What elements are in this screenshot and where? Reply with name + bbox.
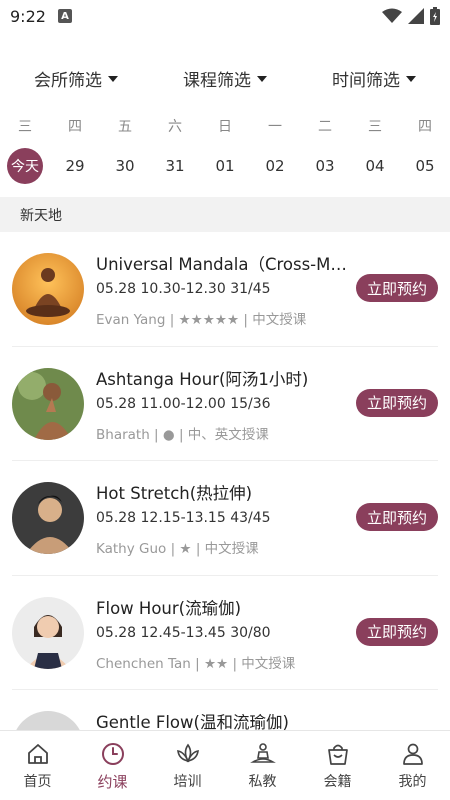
weekday-row: 三 四 五 六 日 一 二 三 四 bbox=[0, 116, 450, 138]
club-filter-dropdown[interactable]: 会所筛选 bbox=[34, 66, 118, 91]
wifi-icon bbox=[382, 8, 402, 23]
meditation-icon bbox=[249, 741, 276, 767]
class-list-item[interactable]: Ashtanga Hour(阿汤1小时) 05.28 11.00-12.00 1… bbox=[12, 347, 438, 461]
date-item[interactable]: 29 bbox=[50, 157, 100, 175]
instructor-avatar bbox=[12, 253, 84, 325]
weekday-label: 四 bbox=[418, 119, 432, 135]
date-item[interactable]: 30 bbox=[100, 157, 150, 175]
class-list-item[interactable]: Flow Hour(流瑜伽) 05.28 12.45-13.45 30/80 C… bbox=[12, 576, 438, 690]
nav-profile-label: 我的 bbox=[398, 774, 427, 790]
class-time-capacity: 05.28 12.45-13.45 30/80 bbox=[96, 624, 271, 641]
location-section-header: 新天地 bbox=[0, 197, 450, 232]
date-selector: 今天 29 30 31 01 02 03 04 05 bbox=[0, 148, 450, 184]
weekday-label: 二 bbox=[318, 119, 332, 135]
class-time-capacity: 05.28 11.00-12.00 15/36 bbox=[96, 395, 271, 412]
home-icon bbox=[25, 741, 51, 767]
class-list-item[interactable]: Gentle Flow(温和流瑜伽) bbox=[12, 690, 438, 730]
instructor-avatar bbox=[12, 482, 84, 554]
bag-icon bbox=[325, 741, 351, 767]
instructor-avatar bbox=[12, 367, 84, 440]
weekday-label: 五 bbox=[118, 119, 132, 135]
book-now-button[interactable]: 立即预约 bbox=[356, 503, 438, 531]
date-item[interactable]: 31 bbox=[150, 157, 200, 175]
class-title: Gentle Flow(温和流瑜伽) bbox=[96, 713, 289, 730]
filter-bar: 会所筛选 课程筛选 时间筛选 bbox=[0, 60, 450, 96]
nav-private-label: 私教 bbox=[248, 774, 277, 790]
time-filter-label: 时间筛选 bbox=[332, 70, 400, 91]
nav-membership-label: 会籍 bbox=[323, 774, 352, 790]
class-title: Flow Hour(流瑜伽) bbox=[96, 598, 242, 618]
caret-down-icon bbox=[108, 76, 118, 82]
today-badge: 今天 bbox=[7, 148, 43, 184]
caret-down-icon bbox=[406, 76, 416, 82]
book-now-button[interactable]: 立即预约 bbox=[356, 388, 438, 417]
caret-down-icon bbox=[257, 76, 267, 82]
date-today[interactable]: 今天 bbox=[0, 148, 50, 184]
book-now-button[interactable]: 立即预约 bbox=[356, 617, 438, 646]
date-item[interactable]: 01 bbox=[200, 157, 250, 175]
nav-membership[interactable]: 会籍 bbox=[300, 731, 375, 800]
club-filter-label: 会所筛选 bbox=[34, 70, 102, 91]
class-list: Universal Mandala（Cross-Mat ... 05.28 10… bbox=[0, 232, 450, 730]
class-title: Hot Stretch(热拉伸) bbox=[96, 484, 253, 503]
course-filter-dropdown[interactable]: 课程筛选 bbox=[183, 66, 267, 91]
class-instructor-info: Evan Yang | ★★★★★ | 中文授课 bbox=[96, 312, 307, 328]
date-item[interactable]: 04 bbox=[350, 157, 400, 175]
battery-icon bbox=[430, 7, 440, 25]
nav-home-label: 首页 bbox=[23, 774, 52, 790]
user-icon bbox=[400, 741, 426, 767]
class-instructor-info: Bharath | ● | 中、英文授课 bbox=[96, 426, 269, 443]
class-instructor-info: Kathy Guo | ★ | 中文授课 bbox=[96, 541, 259, 557]
nav-booking[interactable]: 约课 bbox=[75, 731, 150, 800]
weekday-label: 六 bbox=[168, 119, 182, 135]
date-item[interactable]: 03 bbox=[300, 157, 350, 175]
date-item[interactable]: 02 bbox=[250, 157, 300, 175]
weekday-label: 三 bbox=[368, 119, 382, 135]
course-filter-label: 课程筛选 bbox=[183, 70, 251, 91]
status-bar: 9:22 A bbox=[0, 0, 450, 32]
class-title: Universal Mandala（Cross-Mat ... bbox=[96, 255, 356, 274]
app-notification-icon: A bbox=[57, 9, 72, 23]
nav-profile[interactable]: 我的 bbox=[375, 731, 450, 800]
weekday-label: 三 bbox=[18, 119, 32, 135]
book-now-button[interactable]: 立即预约 bbox=[356, 274, 438, 302]
class-list-item[interactable]: Hot Stretch(热拉伸) 05.28 12.15-13.15 43/45… bbox=[12, 461, 438, 576]
status-time: 9:22 bbox=[10, 6, 46, 26]
lotus-icon bbox=[175, 741, 201, 767]
bottom-navigation: 首页 约课 培训 私教 会籍 我的 bbox=[0, 730, 450, 800]
nav-training[interactable]: 培训 bbox=[150, 731, 225, 800]
clock-icon bbox=[100, 741, 126, 767]
weekday-label: 一 bbox=[268, 119, 282, 135]
status-icons bbox=[382, 7, 440, 25]
class-time-capacity: 05.28 12.15-13.15 43/45 bbox=[96, 510, 271, 526]
class-title: Ashtanga Hour(阿汤1小时) bbox=[96, 369, 309, 389]
nav-training-label: 培训 bbox=[173, 774, 202, 790]
nav-home[interactable]: 首页 bbox=[0, 731, 75, 800]
time-filter-dropdown[interactable]: 时间筛选 bbox=[332, 66, 416, 91]
class-time-capacity: 05.28 10.30-12.30 31/45 bbox=[96, 281, 271, 297]
class-instructor-info: Chenchen Tan | ★★ | 中文授课 bbox=[96, 655, 296, 672]
nav-private[interactable]: 私教 bbox=[225, 731, 300, 800]
weekday-label: 日 bbox=[218, 119, 232, 135]
instructor-avatar bbox=[12, 711, 84, 730]
signal-icon bbox=[408, 8, 424, 24]
instructor-avatar bbox=[12, 596, 84, 669]
nav-booking-label: 约课 bbox=[97, 773, 128, 791]
weekday-label: 四 bbox=[68, 119, 82, 135]
class-list-item[interactable]: Universal Mandala（Cross-Mat ... 05.28 10… bbox=[12, 232, 438, 347]
date-item[interactable]: 05 bbox=[400, 157, 450, 175]
